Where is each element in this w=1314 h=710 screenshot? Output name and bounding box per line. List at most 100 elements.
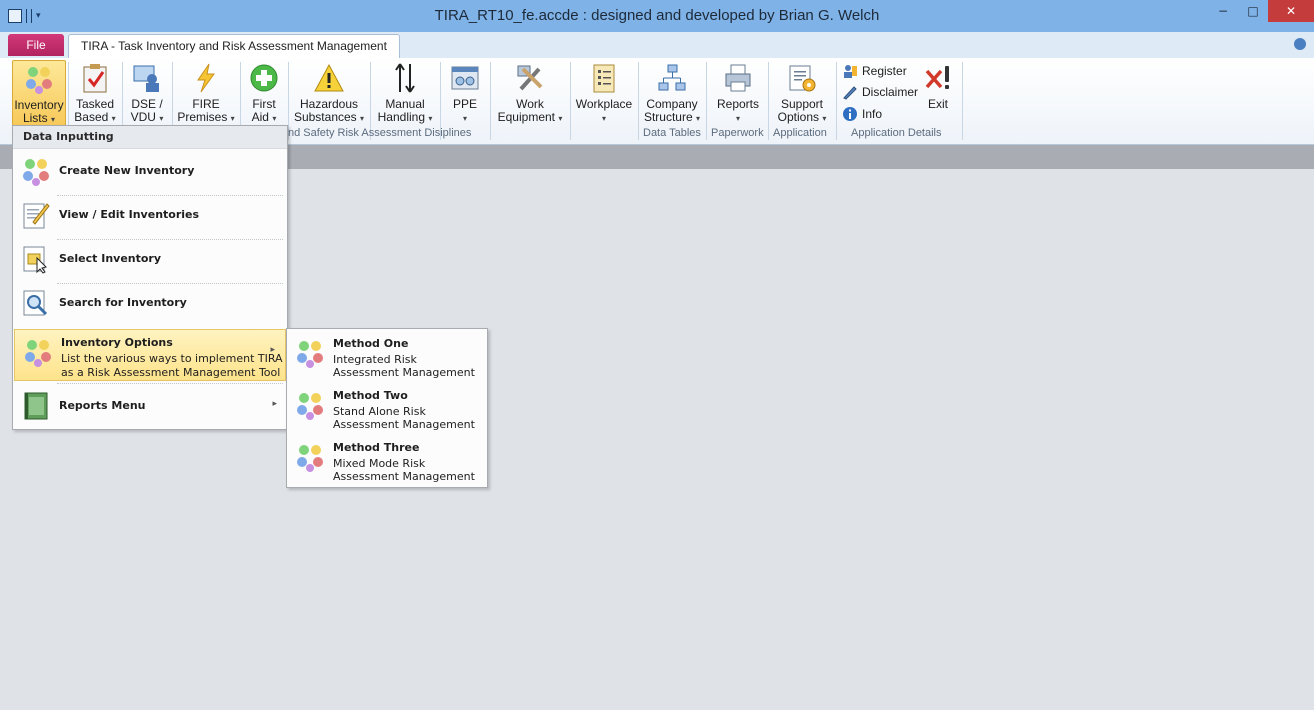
ppe-button[interactable]: PPE ▾ <box>444 60 486 124</box>
file-tab[interactable]: File <box>8 34 64 56</box>
disclaimer-label: Disclaimer <box>862 85 919 99</box>
fire-premises-line2: Premises <box>177 110 228 124</box>
pencil-sheet-icon <box>21 199 51 231</box>
info-label: Info <box>862 107 883 121</box>
submenu-item-title: Method One <box>333 337 409 350</box>
submenu-item-title: Method Two <box>333 389 408 402</box>
register-icon <box>844 65 857 78</box>
tasked-based-line2: Based <box>74 110 109 124</box>
maximize-button[interactable]: □ <box>1238 0 1268 22</box>
green-plus-icon <box>248 62 280 94</box>
register-button[interactable]: Register <box>842 62 907 80</box>
manual-handling-button[interactable]: Manual Handling ▾ <box>374 60 436 124</box>
support-options-button[interactable]: Support Options ▾ <box>772 60 832 124</box>
colored-dots-icon <box>295 389 325 421</box>
menu-item-label: View / Edit Inventories <box>59 208 200 221</box>
menu-item-select-inventory[interactable]: Select Inventory <box>13 237 287 281</box>
exit-label: Exit <box>927 97 948 111</box>
exit-button[interactable]: Exit <box>918 60 958 124</box>
tasked-based-button[interactable]: Tasked Based ▾ <box>72 60 118 124</box>
magnifier-icon <box>21 287 51 319</box>
submenu-item-description: Mixed Mode Risk Assessment Management <box>333 457 475 483</box>
title-bar: ▾ TIRA_RT10_fe.accde : designed and deve… <box>0 0 1314 33</box>
goggles-icon <box>449 62 481 94</box>
company-structure-line2: Structure <box>643 110 693 124</box>
pen-icon <box>843 86 857 100</box>
tab-tira[interactable]: TIRA - Task Inventory and Risk Assessmen… <box>68 34 400 59</box>
inventory-lists-menu: Data Inputting Create New Inventory View… <box>12 125 288 430</box>
lightning-icon <box>190 62 222 94</box>
colored-dots-icon <box>21 155 51 187</box>
dse-vdu-button[interactable]: DSE / VDU ▾ <box>126 60 168 124</box>
colored-dots-icon <box>23 336 53 368</box>
ppe-line1: PPE <box>452 97 477 111</box>
ribbon-tab-row: File TIRA - Task Inventory and Risk Asse… <box>0 32 1314 59</box>
group-label-disciplines: nd Safety Risk Assessment Disiplines <box>288 127 472 139</box>
warning-icon <box>313 62 345 94</box>
submenu-item-description: Integrated Risk Assessment Management <box>333 353 475 379</box>
window-title: TIRA_RT10_fe.accde : designed and develo… <box>434 7 880 24</box>
work-equipment-button[interactable]: Work Equipment ▾ <box>494 60 566 124</box>
submenu-item-method-three[interactable]: Method Three Mixed Mode Risk Assessment … <box>287 435 487 485</box>
work-equipment-line2: Equipment <box>497 110 555 124</box>
menu-item-label: Inventory Options <box>61 336 173 349</box>
submenu-arrow-icon: ▸ <box>272 399 277 409</box>
menu-item-reports-menu[interactable]: Reports Menu ▸ <box>13 384 287 428</box>
workplace-line1: Workplace <box>575 97 633 111</box>
printer-icon <box>722 62 754 94</box>
clipboard-check-icon <box>79 62 111 94</box>
reports-button[interactable]: Reports ▾ <box>710 60 766 124</box>
help-icon[interactable] <box>1294 38 1306 50</box>
menu-item-create-new-inventory[interactable]: Create New Inventory <box>13 149 287 193</box>
menu-item-view-edit-inventories[interactable]: View / Edit Inventories <box>13 193 287 237</box>
group-label-data-tables: Data Tables <box>643 127 701 139</box>
menu-item-inventory-options[interactable]: Inventory Options List the various ways … <box>14 329 286 381</box>
close-button[interactable]: ✕ <box>1268 0 1314 22</box>
submenu-arrow-icon: ▸ <box>270 345 275 355</box>
submenu-item-description: Stand Alone Risk Assessment Management <box>333 405 475 431</box>
menu-header: Data Inputting <box>13 126 287 149</box>
settings-sheet-icon <box>786 62 818 94</box>
org-chart-icon <box>656 62 688 94</box>
reports-line1: Reports <box>716 97 760 111</box>
menu-item-search-for-inventory[interactable]: Search for Inventory <box>13 281 287 325</box>
monitor-user-icon <box>131 62 163 94</box>
exit-x-icon <box>922 62 954 94</box>
hazardous-substances-button[interactable]: Hazardous Substances ▾ <box>292 60 366 124</box>
select-cursor-icon <box>21 243 51 275</box>
group-label-application-details: Application Details <box>851 127 942 139</box>
submenu-item-title: Method Three <box>333 441 420 454</box>
tools-icon <box>514 62 546 94</box>
menu-item-label: Select Inventory <box>59 252 162 265</box>
first-aid-button[interactable]: First Aid ▾ <box>244 60 284 124</box>
dse-vdu-line2: VDU <box>130 110 156 124</box>
minimize-button[interactable]: − <box>1208 0 1238 22</box>
checklist-icon <box>588 62 620 94</box>
colored-dots-icon <box>295 441 325 473</box>
info-button[interactable]: Info <box>842 105 882 123</box>
submenu-item-method-one[interactable]: Method One Integrated Risk Assessment Ma… <box>287 331 487 381</box>
inventory-options-submenu: Method One Integrated Risk Assessment Ma… <box>286 328 488 488</box>
first-aid-line2: Aid <box>251 110 269 124</box>
up-down-arrows-icon <box>389 62 421 94</box>
colored-dots-icon <box>23 63 55 95</box>
group-label-application: Application <box>773 127 827 139</box>
hazardous-substances-line2: Substances <box>293 110 357 124</box>
disclaimer-button[interactable]: Disclaimer <box>842 83 918 101</box>
register-label: Register <box>862 64 907 78</box>
menu-item-label: Create New Inventory <box>59 164 195 177</box>
submenu-item-method-two[interactable]: Method Two Stand Alone Risk Assessment M… <box>287 383 487 433</box>
fire-premises-button[interactable]: FIRE Premises ▾ <box>176 60 236 124</box>
manual-handling-line2: Handling <box>377 110 425 124</box>
menu-item-label: Reports Menu <box>59 399 146 412</box>
colored-dots-icon <box>295 337 325 369</box>
workplace-button[interactable]: Workplace ▾ <box>574 60 634 124</box>
inventory-lists-button[interactable]: Inventory Lists ▾ <box>12 60 66 126</box>
support-options-line2: Options <box>777 110 819 124</box>
menu-item-description: List the various ways to implement TIRA … <box>61 352 283 379</box>
menu-item-label: Search for Inventory <box>59 296 187 309</box>
inventory-lists-line2: Lists <box>22 111 48 125</box>
group-label-paperwork: Paperwork <box>711 127 764 139</box>
company-structure-button[interactable]: Company Structure ▾ <box>642 60 702 124</box>
info-icon <box>843 107 857 121</box>
